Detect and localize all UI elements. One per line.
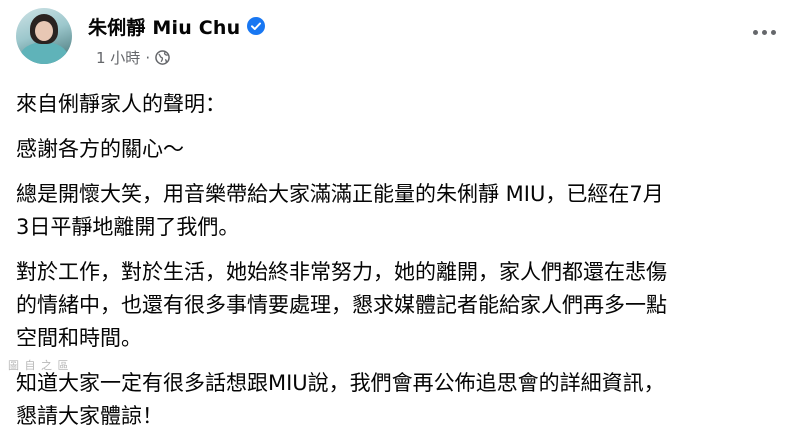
author-row: 朱俐靜 Miu Chu bbox=[88, 12, 266, 40]
verified-badge-icon bbox=[247, 17, 266, 35]
post-meta: 1 小時 · bbox=[96, 47, 170, 68]
post-paragraph: 總是開懷大笑，用音樂帶給大家滿滿正能量的朱俐靜 MIU，已經在7月 3日平靜地離… bbox=[16, 182, 664, 239]
more-options-icon[interactable] bbox=[746, 18, 782, 46]
post-paragraph: 來自俐靜家人的聲明： bbox=[16, 92, 226, 116]
facebook-post: 朱俐靜 Miu Chu 1 小時 · 來自俐靜家人的聲明： 感謝各方的關心～ 總… bbox=[0, 0, 800, 438]
post-paragraph: 感謝各方的關心～ bbox=[16, 137, 184, 161]
watermark: 圖 自 之 區 bbox=[8, 359, 70, 372]
meta-separator: · bbox=[145, 48, 151, 67]
author-avatar[interactable] bbox=[16, 8, 72, 64]
avatar-body-shape bbox=[20, 42, 68, 64]
post-timestamp[interactable]: 1 小時 bbox=[96, 47, 140, 68]
globe-icon[interactable] bbox=[155, 50, 170, 65]
avatar-face-shape bbox=[35, 21, 53, 41]
post-body: 來自俐靜家人的聲明： 感謝各方的關心～ 總是開懷大笑，用音樂帶給大家滿滿正能量的… bbox=[16, 88, 786, 445]
more-dot bbox=[761, 29, 767, 35]
more-dot bbox=[752, 29, 758, 35]
post-paragraph: 對於工作，對於生活，她始終非常努力，她的離開，家人們都還在悲傷 的情緒中，也還有… bbox=[16, 260, 667, 350]
author-name[interactable]: 朱俐靜 Miu Chu bbox=[88, 13, 240, 40]
post-paragraph: 知道大家一定有很多話想跟MIU說，我們會再公佈追思會的詳細資訊， 懇請大家體諒！ bbox=[16, 371, 665, 428]
more-dot bbox=[770, 29, 776, 35]
